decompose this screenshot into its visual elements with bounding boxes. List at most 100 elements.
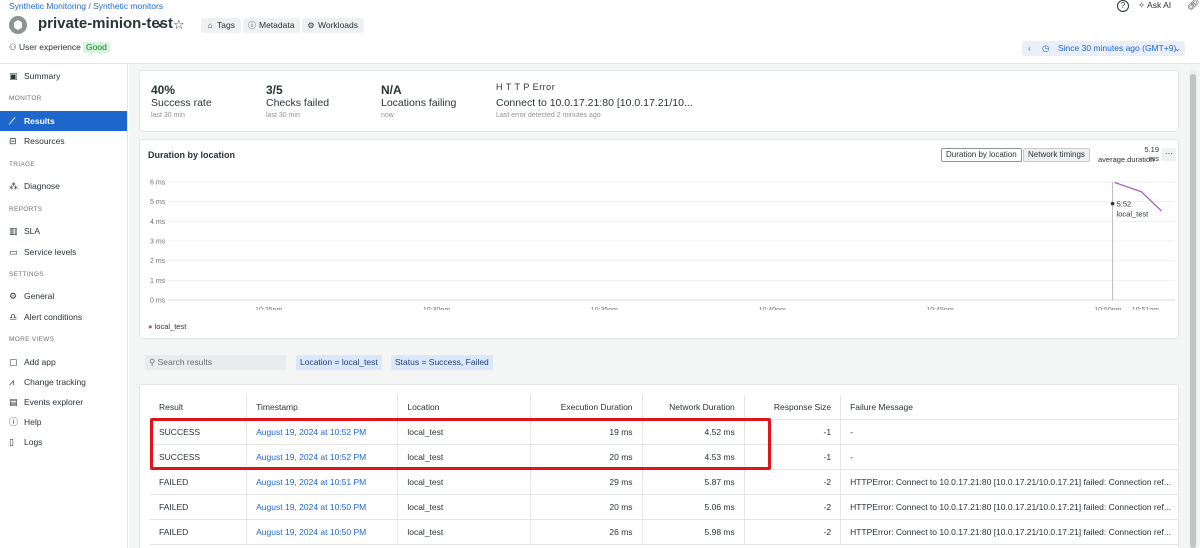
- col-timestamp[interactable]: Timestamp: [246, 395, 399, 420]
- main-content: 40% Success rate last 30 min 3/5 Checks …: [129, 64, 1200, 548]
- col-result[interactable]: Result: [150, 395, 248, 420]
- sidebar-item-summary[interactable]: ▣ Summary: [0, 66, 127, 86]
- sidebar-item-general[interactable]: ⚙ General: [0, 286, 127, 306]
- sidebar: ▣ Summary MONITOR ⟋ Results ⊟ Resources TRI…: [0, 64, 128, 548]
- cell-timestamp-link[interactable]: August 19, 2024 at 10:50 PM: [246, 494, 399, 520]
- chevron-left-icon[interactable]: ‹: [1028, 41, 1031, 56]
- error-title: H T T P Error: [496, 82, 556, 92]
- help-circle-icon: ⓘ: [9, 417, 19, 427]
- cell-response-size: -2: [744, 469, 842, 495]
- cell-timestamp-link[interactable]: August 19, 2024 at 10:51 PM: [246, 469, 399, 495]
- sidebar-item-logs[interactable]: ▯ Logs: [0, 432, 127, 452]
- results-chart-icon: ⟋: [9, 116, 16, 126]
- location-filter-chip[interactable]: Location = local_test: [296, 355, 382, 370]
- cell-failure-message: HTTPError: Connect to 10.0.17.21:80 [10.…: [840, 494, 1178, 520]
- y-tick-label: 0 ms: [150, 298, 166, 305]
- table-row[interactable]: FAILED August 19, 2024 at 10:51 PM local…: [150, 469, 1178, 495]
- y-tick-label: 5 ms: [150, 199, 166, 206]
- cell-network-duration: 5.06 ms: [642, 494, 745, 520]
- sidebar-item-add-app[interactable]: ▢ Add app: [0, 352, 127, 372]
- x-tick-label: 10:51pm: [1132, 307, 1159, 310]
- cell-execution-duration: 20 ms: [530, 494, 643, 520]
- chart-legend[interactable]: ● local_test: [148, 322, 186, 331]
- sidebar-item-sla[interactable]: ▥ SLA: [0, 221, 127, 241]
- table-row[interactable]: FAILED August 19, 2024 at 10:50 PM local…: [150, 519, 1178, 545]
- page-scrollbar-thumb[interactable]: [1190, 74, 1196, 548]
- sidebar-item-label: General: [24, 291, 55, 301]
- cell-response-size: -2: [744, 519, 842, 545]
- tags-button[interactable]: ⌂ Tags: [201, 18, 241, 33]
- link-icon[interactable]: 🔗︎: [1187, 0, 1200, 11]
- status-filter-chip[interactable]: Status = Success, Failed: [391, 355, 493, 370]
- sidebar-item-diagnose[interactable]: ⁂ Diagnose: [0, 176, 127, 196]
- breadcrumb-synthetic-monitoring[interactable]: Synthetic Monitoring: [9, 1, 86, 11]
- help-icon[interactable]: ?: [1117, 0, 1129, 12]
- metadata-label: Metadata: [259, 20, 295, 30]
- sidebar-item-label: Alert conditions: [24, 312, 83, 322]
- success-rate-sub: last 30 min: [151, 112, 185, 119]
- sidebar-item-alert-conditions[interactable]: ♎ Alert conditions: [0, 307, 127, 327]
- ux-status-badge: Good: [83, 42, 110, 53]
- col-network-duration[interactable]: Network Duration: [642, 395, 745, 420]
- y-tick-label: 1 ms: [150, 278, 166, 285]
- table-row[interactable]: FAILED August 19, 2024 at 10:50 PM local…: [150, 494, 1178, 520]
- resources-icon: ⊟: [9, 136, 17, 146]
- workloads-label: Workloads: [318, 20, 358, 30]
- col-location[interactable]: Location: [397, 395, 532, 420]
- error-sub: Last error detected 2 minutes ago: [496, 112, 601, 119]
- metadata-button[interactable]: ⓘ Metadata: [243, 18, 301, 33]
- cell-result: FAILED: [150, 469, 248, 495]
- ask-ai-button[interactable]: ✧ Ask AI: [1138, 0, 1171, 11]
- sidebar-item-resources[interactable]: ⊟ Resources: [0, 131, 127, 151]
- cell-failure-message: HTTPError: Connect to 10.0.17.21:80 [10.…: [840, 519, 1178, 545]
- sidebar-item-label: Change tracking: [24, 377, 86, 387]
- user-experience: ⚇ User experience: [9, 42, 81, 53]
- sparkle-icon: ✧: [1138, 0, 1146, 10]
- clock-icon: ◷: [1042, 43, 1050, 53]
- error-message[interactable]: Connect to 10.0.17.21:80 [10.0.17.21/10.…: [496, 97, 693, 109]
- toggle-duration-by-location[interactable]: Duration by location: [941, 148, 1022, 162]
- page-title[interactable]: private-minion-test: [38, 15, 173, 32]
- chevron-down-icon[interactable]: ▾: [158, 21, 162, 30]
- user-icon: ⚇: [9, 42, 17, 52]
- bell-icon: ♎: [9, 312, 18, 322]
- cell-timestamp-link[interactable]: August 19, 2024 at 10:50 PM: [246, 519, 399, 545]
- cell-execution-duration: 29 ms: [530, 469, 643, 495]
- kpi-card: 40% Success rate last 30 min 3/5 Checks …: [139, 70, 1179, 132]
- time-range-label: Since 30 minutes ago (GMT+9): [1058, 43, 1177, 53]
- col-execution-duration[interactable]: Execution Duration: [530, 395, 643, 420]
- col-response-size[interactable]: Response Size: [744, 395, 842, 420]
- sidebar-item-help[interactable]: ⓘ Help: [0, 412, 127, 432]
- breadcrumb-synthetic-monitors[interactable]: Synthetic monitors: [93, 1, 163, 11]
- chevron-down-icon: ⌄: [1174, 43, 1182, 53]
- legend-dot-icon: ●: [148, 322, 153, 331]
- x-tick-label: 10:30pm: [423, 307, 450, 310]
- service-levels-icon: ▭: [9, 247, 18, 257]
- workloads-button[interactable]: ⚙ Workloads: [302, 18, 364, 33]
- tag-icon: ⌂: [207, 21, 213, 30]
- sidebar-item-service-levels[interactable]: ▭ Service levels: [0, 242, 127, 262]
- top-header: Synthetic Monitoring / Synthetic monitor…: [0, 0, 1200, 64]
- cell-failure-message: -: [840, 444, 1178, 470]
- sidebar-item-label: Summary: [24, 71, 61, 81]
- sidebar-item-events-explorer[interactable]: ▤ Events explorer: [0, 392, 127, 412]
- avg-duration-label: average.duration: [1098, 155, 1155, 164]
- toggle-network-timings[interactable]: Network timings: [1023, 148, 1090, 162]
- more-options-icon[interactable]: ···: [1162, 148, 1176, 161]
- col-failure-message[interactable]: Failure Message: [840, 395, 1178, 420]
- y-tick-label: 3 ms: [150, 239, 166, 246]
- sidebar-item-label: Resources: [24, 136, 65, 146]
- events-icon: ▤: [9, 397, 18, 407]
- cell-failure-message: -: [840, 419, 1178, 445]
- tags-label: Tags: [217, 20, 235, 30]
- time-picker[interactable]: ‹ ◷ Since 30 minutes ago (GMT+9) ⌄: [1022, 41, 1185, 56]
- y-tick-label: 2 ms: [150, 258, 166, 265]
- search-input[interactable]: ⚲ Search results: [145, 355, 286, 370]
- sidebar-item-change-tracking[interactable]: ⩘ Change tracking: [0, 372, 127, 392]
- sidebar-item-label: Diagnose: [24, 181, 60, 191]
- tooltip-time: 5:52: [1117, 200, 1132, 209]
- checks-failed-label: Checks failed: [266, 97, 330, 109]
- sidebar-item-results[interactable]: ⟋ Results: [0, 111, 127, 131]
- success-rate-label: Success rate: [151, 97, 212, 109]
- star-icon[interactable]: ☆: [173, 17, 185, 33]
